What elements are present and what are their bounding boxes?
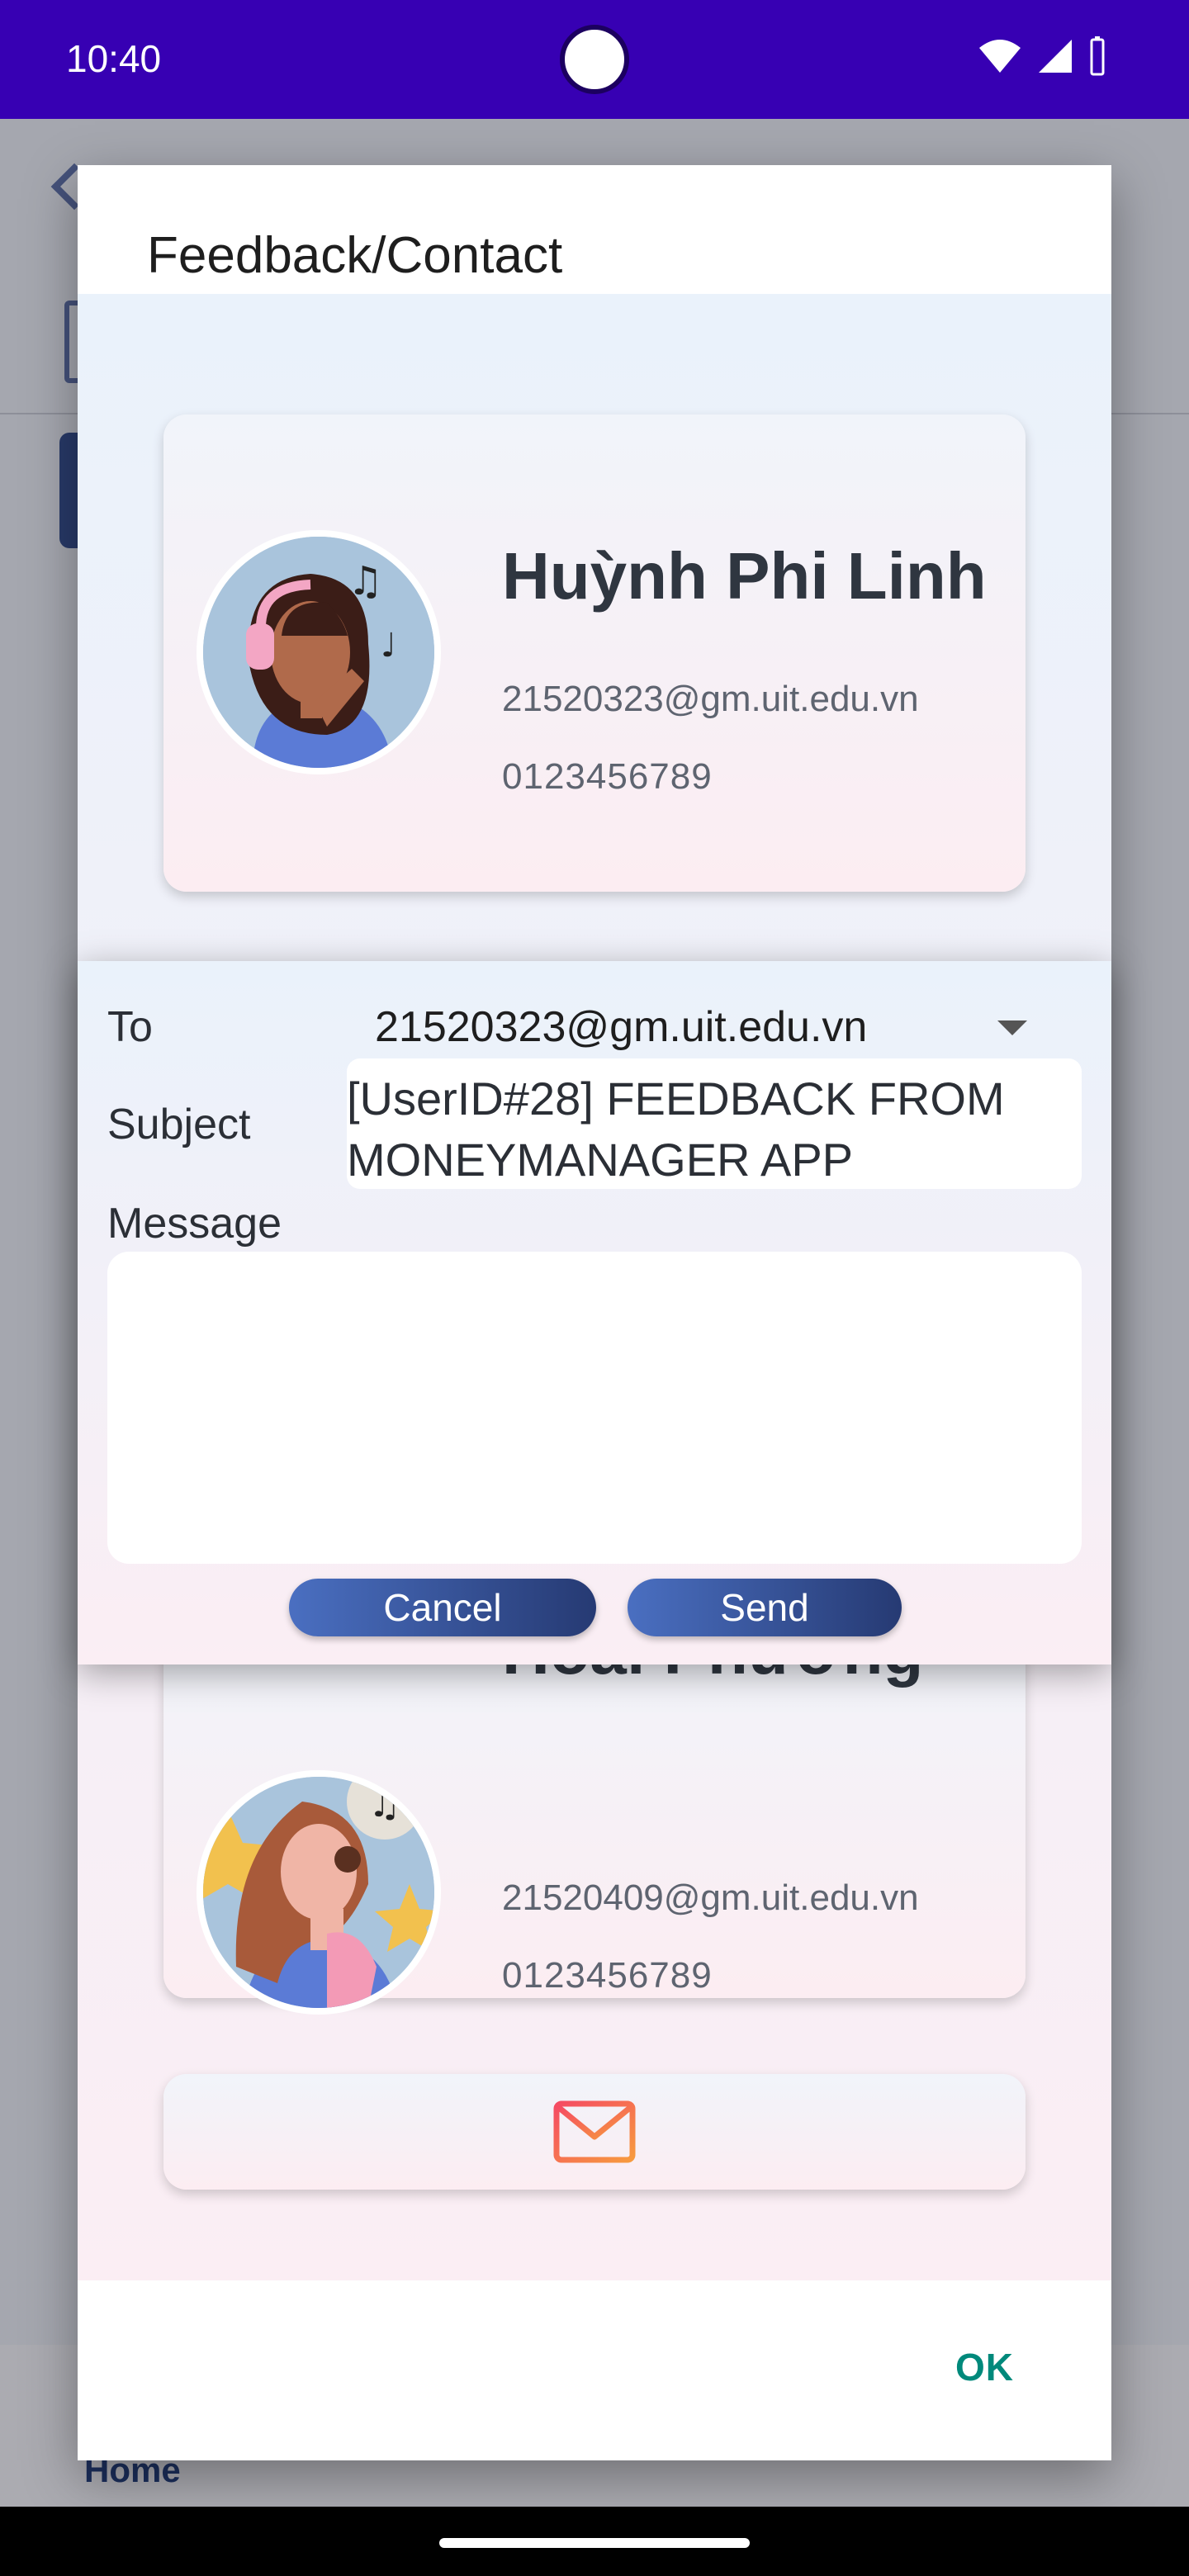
camera-cutout: [560, 25, 629, 94]
home-gesture-handle[interactable]: [439, 2538, 750, 2548]
message-input[interactable]: [107, 1252, 1082, 1564]
contact-email[interactable]: 21520409@gm.uit.edu.vn: [502, 1878, 919, 1919]
subject-label: Subject: [107, 1101, 251, 1148]
subject-line: MONEYMANAGER APP: [347, 1134, 854, 1186]
to-select[interactable]: 21520323@gm.uit.edu.vn: [375, 1002, 867, 1052]
contact-card: ♫ Hoài Phương 21520409@gm.uit.edu.vn 012…: [163, 1614, 1026, 2015]
contact-phone[interactable]: 0123456789: [502, 1955, 713, 1996]
send-feedback-button[interactable]: [163, 2074, 1026, 2190]
dialog-title: Feedback/Contact: [147, 227, 563, 284]
avatar: ♫ ♩: [197, 530, 441, 774]
contact-email[interactable]: 21520323@gm.uit.edu.vn: [502, 679, 919, 720]
status-time: 10:40: [66, 37, 162, 80]
to-label: To: [107, 1003, 153, 1051]
contact-phone[interactable]: 0123456789: [502, 756, 713, 798]
wifi-icon: [978, 38, 1022, 74]
mail-icon: [553, 2100, 636, 2167]
ok-button[interactable]: OK: [955, 2345, 1014, 2389]
svg-text:♫: ♫: [348, 558, 383, 604]
avatar: ♫: [197, 1770, 441, 2015]
subject-line: [UserID#28] FEEDBACK FROM: [347, 1073, 1005, 1125]
signal-icon: [1037, 38, 1073, 74]
dropdown-arrow-icon[interactable]: [997, 1020, 1027, 1035]
svg-text:♫: ♫: [368, 1783, 400, 1825]
contact-name: Huỳnh Phi Linh: [502, 539, 987, 613]
contact-card: ♫ ♩ Huỳnh Phi Linh 21520323@gm.uit.edu.v…: [163, 414, 1026, 892]
message-label: Message: [107, 1200, 282, 1248]
subject-input[interactable]: [UserID#28] FEEDBACK FROM MONEYMANAGER A…: [347, 1058, 1082, 1189]
status-bar: 10:40: [0, 0, 1189, 119]
svg-text:♩: ♩: [381, 627, 396, 665]
battery-icon: [1088, 36, 1106, 76]
compose-email-dialog: To 21520323@gm.uit.edu.vn Subject [UserI…: [78, 961, 1111, 1664]
send-button[interactable]: Send: [628, 1579, 902, 1636]
cancel-button[interactable]: Cancel: [289, 1579, 596, 1636]
status-icons: [978, 36, 1106, 76]
